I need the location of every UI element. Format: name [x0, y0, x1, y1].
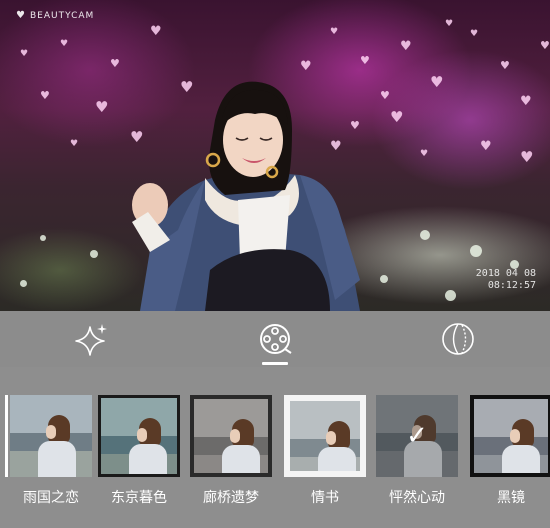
- filter-strip: 雨国之恋 东京暮色 廊桥遗梦 情书 ✓ 怦然心动 黑镜: [0, 367, 550, 528]
- filter-label: 怦然心动: [389, 490, 445, 506]
- filter-thumbnail[interactable]: [190, 395, 272, 477]
- filter-label: 黑镜: [497, 490, 525, 506]
- filter-thumbnail[interactable]: [470, 395, 550, 477]
- filter-item[interactable]: 东京暮色: [98, 395, 180, 507]
- filter-thumbnail[interactable]: [284, 395, 366, 477]
- watermark: ♥ BEAUTYCAM: [16, 10, 94, 21]
- photo-timestamp: 2018 04 08 08:12:57: [476, 268, 536, 292]
- filter-label: 雨国之恋: [23, 490, 79, 506]
- filter-item[interactable]: 廊桥遗梦: [190, 395, 272, 507]
- edit-toolbar: [0, 311, 550, 367]
- filter-tool-button[interactable]: [255, 319, 295, 359]
- filter-label: 情书: [311, 490, 339, 506]
- magic-tool-button[interactable]: [72, 319, 112, 359]
- timestamp-time: 08:12:57: [487, 280, 536, 291]
- photo-preview: ♥ ♥ ♥ ♥ ♥ ♥ ♥ ♥ ♥ ♥ ♥ ♥ ♥ ♥ ♥ ♥ ♥ ♥ ♥ ♥ ♥ ♥ ♥ ♥ ♥ ♥ ♥ BEAUTYCAM 20…: [0, 0, 550, 311]
- filter-thumbnail[interactable]: [10, 395, 92, 477]
- filter-label: 廊桥遗梦: [203, 490, 259, 506]
- timestamp-date: 2018 04 08: [475, 268, 536, 279]
- lens-icon: [442, 323, 474, 355]
- filter-item[interactable]: ✓ 怦然心动: [376, 395, 458, 507]
- portrait-subject: [132, 81, 360, 311]
- selected-tool-indicator: [262, 362, 288, 365]
- sparkle-icon: [75, 324, 107, 356]
- filter-item[interactable]: 情书: [284, 395, 366, 507]
- checkmark-icon: ✓: [406, 421, 428, 451]
- filter-label: 东京暮色: [111, 490, 167, 506]
- lens-tool-button[interactable]: [438, 319, 478, 359]
- scroll-edge-indicator: [5, 395, 8, 477]
- heart-icon: ♥: [16, 10, 26, 21]
- watermark-text: BEAUTYCAM: [29, 11, 95, 21]
- film-reel-icon: [260, 324, 292, 354]
- filter-item[interactable]: 雨国之恋: [10, 395, 92, 507]
- filter-item[interactable]: 黑镜: [470, 395, 550, 507]
- filter-thumbnail[interactable]: [98, 395, 180, 477]
- filter-thumbnail[interactable]: ✓: [376, 395, 458, 477]
